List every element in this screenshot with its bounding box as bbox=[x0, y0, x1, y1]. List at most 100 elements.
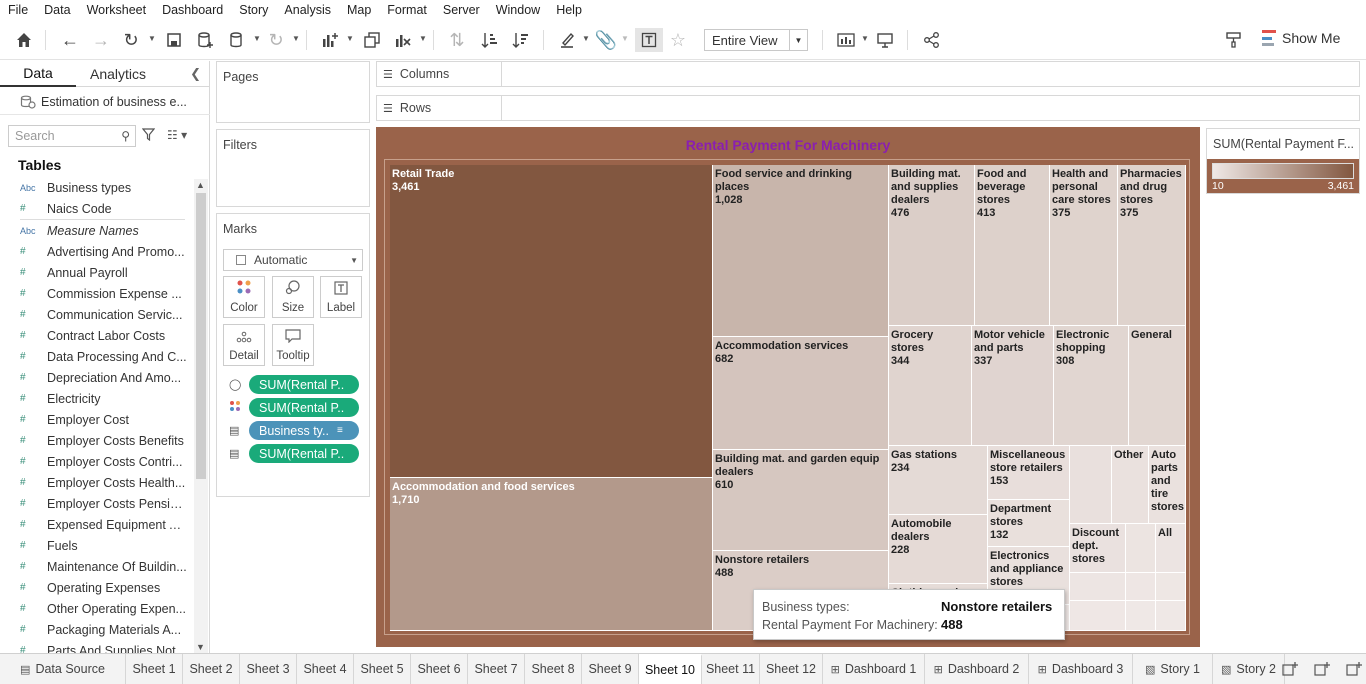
new-story-icon[interactable] bbox=[1342, 654, 1366, 684]
treemap-cell[interactable]: Building mat. and garden equip dealers 61… bbox=[713, 450, 889, 551]
treemap-cell[interactable]: Electronic shopping 308 bbox=[1054, 326, 1129, 446]
pause-updates-icon[interactable] bbox=[225, 28, 249, 52]
view-list-icon[interactable]: ☷ ▾ bbox=[167, 128, 187, 142]
group-dropdown-icon[interactable]: ▼ bbox=[621, 34, 629, 43]
sort-ascending-icon[interactable] bbox=[478, 28, 502, 52]
columns-shelf[interactable]: ☰ Columns bbox=[376, 61, 1360, 87]
label-button[interactable]: Label bbox=[320, 276, 362, 318]
menu-file[interactable]: File bbox=[8, 3, 28, 17]
pill-sum-rental-size[interactable]: SUM(Rental P.. bbox=[249, 375, 359, 394]
treemap-cell[interactable]: Discount dept. stores bbox=[1070, 524, 1126, 573]
undo-icon[interactable]: ← bbox=[58, 28, 82, 52]
collapse-pane-icon[interactable]: ❮ bbox=[190, 66, 201, 82]
replay-dropdown-icon[interactable]: ▼ bbox=[148, 34, 156, 43]
filters-shelf[interactable]: Filters bbox=[216, 129, 370, 207]
show-cards-icon[interactable] bbox=[834, 28, 858, 52]
pill-business-types[interactable]: Business ty.. ≡ bbox=[249, 421, 359, 440]
treemap[interactable]: Retail Trade 3,461 Accommodation and food … bbox=[390, 165, 1186, 631]
share-icon[interactable] bbox=[920, 28, 944, 52]
pill-sum-rental-color[interactable]: SUM(Rental P.. bbox=[249, 398, 359, 417]
sheet-tab[interactable]: Sheet 2 bbox=[183, 654, 240, 684]
scrollbar-thumb[interactable] bbox=[196, 193, 206, 479]
treemap-cell[interactable] bbox=[1126, 524, 1156, 573]
treemap-cell[interactable]: Department stores 132 bbox=[988, 500, 1070, 547]
field-list-scrollbar[interactable]: ▲ ▼ bbox=[194, 179, 208, 653]
field-item[interactable]: # Annual Payroll bbox=[0, 262, 194, 283]
field-item[interactable]: # Employer Costs Pensio... bbox=[0, 493, 194, 514]
field-item[interactable]: # Operating Expenses bbox=[0, 577, 194, 598]
sheet-tab[interactable]: Sheet 12 bbox=[760, 654, 823, 684]
field-item[interactable]: # Packaging Materials A... bbox=[0, 619, 194, 640]
field-item[interactable]: # Advertising And Promo... bbox=[0, 241, 194, 262]
menu-data[interactable]: Data bbox=[44, 3, 70, 17]
show-cards-dropdown-icon[interactable]: ▼ bbox=[861, 34, 869, 43]
color-legend[interactable]: SUM(Rental Payment F... 10 3,461 bbox=[1206, 128, 1360, 194]
field-item[interactable]: # Contract Labor Costs bbox=[0, 325, 194, 346]
sheet-tab[interactable]: Sheet 7 bbox=[468, 654, 525, 684]
field-item[interactable]: # Employer Costs Contri... bbox=[0, 451, 194, 472]
redo-icon[interactable]: → bbox=[89, 28, 113, 52]
treemap-cell[interactable]: Retail Trade 3,461 bbox=[390, 165, 713, 478]
tab-analytics[interactable]: Analytics bbox=[76, 61, 160, 87]
detail-button[interactable]: Detail bbox=[223, 324, 265, 366]
field-item[interactable]: # Electricity bbox=[0, 388, 194, 409]
duplicate-sheet-icon[interactable] bbox=[360, 28, 384, 52]
new-worksheet-dropdown-icon[interactable]: ▼ bbox=[346, 34, 354, 43]
field-item[interactable]: Abc Business types bbox=[0, 177, 194, 198]
presentation-mode-icon[interactable] bbox=[873, 28, 897, 52]
sheet-tab[interactable]: ▧ Story 1 bbox=[1133, 654, 1213, 684]
field-item[interactable]: # Employer Cost bbox=[0, 409, 194, 430]
new-dashboard-icon[interactable] bbox=[1310, 654, 1334, 684]
refresh-dropdown-icon[interactable]: ▼ bbox=[292, 34, 300, 43]
field-item[interactable]: # Fuels bbox=[0, 535, 194, 556]
scroll-down-icon[interactable]: ▼ bbox=[196, 642, 205, 652]
home-icon[interactable] bbox=[12, 28, 36, 52]
new-datasource-icon[interactable] bbox=[193, 28, 217, 52]
scroll-up-icon[interactable]: ▲ bbox=[196, 180, 205, 190]
group-members-icon[interactable]: 📎 bbox=[594, 28, 618, 52]
tooltip-button[interactable]: Tooltip bbox=[272, 324, 314, 366]
sheet-tab[interactable]: ▧ Story 2 bbox=[1213, 654, 1285, 684]
field-item[interactable]: # Maintenance Of Buildin... bbox=[0, 556, 194, 577]
refresh-icon[interactable]: ↻ bbox=[264, 28, 288, 52]
show-mark-labels-icon[interactable] bbox=[635, 28, 663, 52]
treemap-cell[interactable] bbox=[1156, 601, 1186, 631]
field-item[interactable]: # Communication Servic... bbox=[0, 304, 194, 325]
sheet-tab[interactable]: Sheet 3 bbox=[240, 654, 297, 684]
fix-axes-icon[interactable]: ☆ bbox=[666, 28, 690, 52]
clear-sheet-icon[interactable] bbox=[391, 28, 415, 52]
menu-map[interactable]: Map bbox=[347, 3, 371, 17]
treemap-cell[interactable]: Auto parts and tire stores bbox=[1149, 446, 1186, 524]
sheet-tab[interactable]: ⊞ Dashboard 2 bbox=[925, 654, 1029, 684]
field-item[interactable]: # Employer Costs Benefits bbox=[0, 430, 194, 451]
field-item[interactable]: # Commission Expense ... bbox=[0, 283, 194, 304]
sheet-tab[interactable]: Sheet 1 bbox=[126, 654, 183, 684]
swap-icon[interactable]: ⇅ bbox=[445, 28, 469, 52]
sheet-tab[interactable]: ⊞ Dashboard 1 bbox=[823, 654, 925, 684]
field-item[interactable]: # Parts And Supplies Not... bbox=[0, 640, 194, 654]
save-icon[interactable] bbox=[162, 28, 186, 52]
sheet-tab[interactable]: Sheet 9 bbox=[582, 654, 639, 684]
treemap-cell[interactable]: Food service and drinking places 1,028 bbox=[713, 165, 889, 337]
field-item[interactable]: # Expensed Equipment A... bbox=[0, 514, 194, 535]
pill-sum-rental-label[interactable]: SUM(Rental P.. bbox=[249, 444, 359, 463]
clear-dropdown-icon[interactable]: ▼ bbox=[419, 34, 427, 43]
tab-data[interactable]: Data bbox=[0, 61, 76, 87]
treemap-cell[interactable]: Building mat. and supplies dealers 476 bbox=[889, 165, 975, 326]
treemap-cell[interactable] bbox=[1070, 446, 1112, 524]
new-worksheet-icon[interactable] bbox=[1278, 654, 1302, 684]
menu-format[interactable]: Format bbox=[387, 3, 427, 17]
menu-help[interactable]: Help bbox=[556, 3, 582, 17]
format-painter-icon[interactable] bbox=[1222, 28, 1246, 52]
field-item[interactable]: # Data Processing And C... bbox=[0, 346, 194, 367]
treemap-cell[interactable]: Automobile dealers 228 bbox=[889, 515, 988, 584]
sheet-tab[interactable]: ▤ Data Source bbox=[0, 654, 126, 684]
sheet-tab[interactable]: Sheet 4 bbox=[297, 654, 354, 684]
treemap-cell[interactable]: All bbox=[1156, 524, 1186, 573]
replay-icon[interactable]: ↻ bbox=[119, 28, 143, 52]
menu-story[interactable]: Story bbox=[239, 3, 268, 17]
sheet-tab[interactable]: ⊞ Dashboard 3 bbox=[1029, 654, 1133, 684]
menu-dashboard[interactable]: Dashboard bbox=[162, 3, 223, 17]
menu-server[interactable]: Server bbox=[443, 3, 480, 17]
sheet-tab[interactable]: Sheet 6 bbox=[411, 654, 468, 684]
